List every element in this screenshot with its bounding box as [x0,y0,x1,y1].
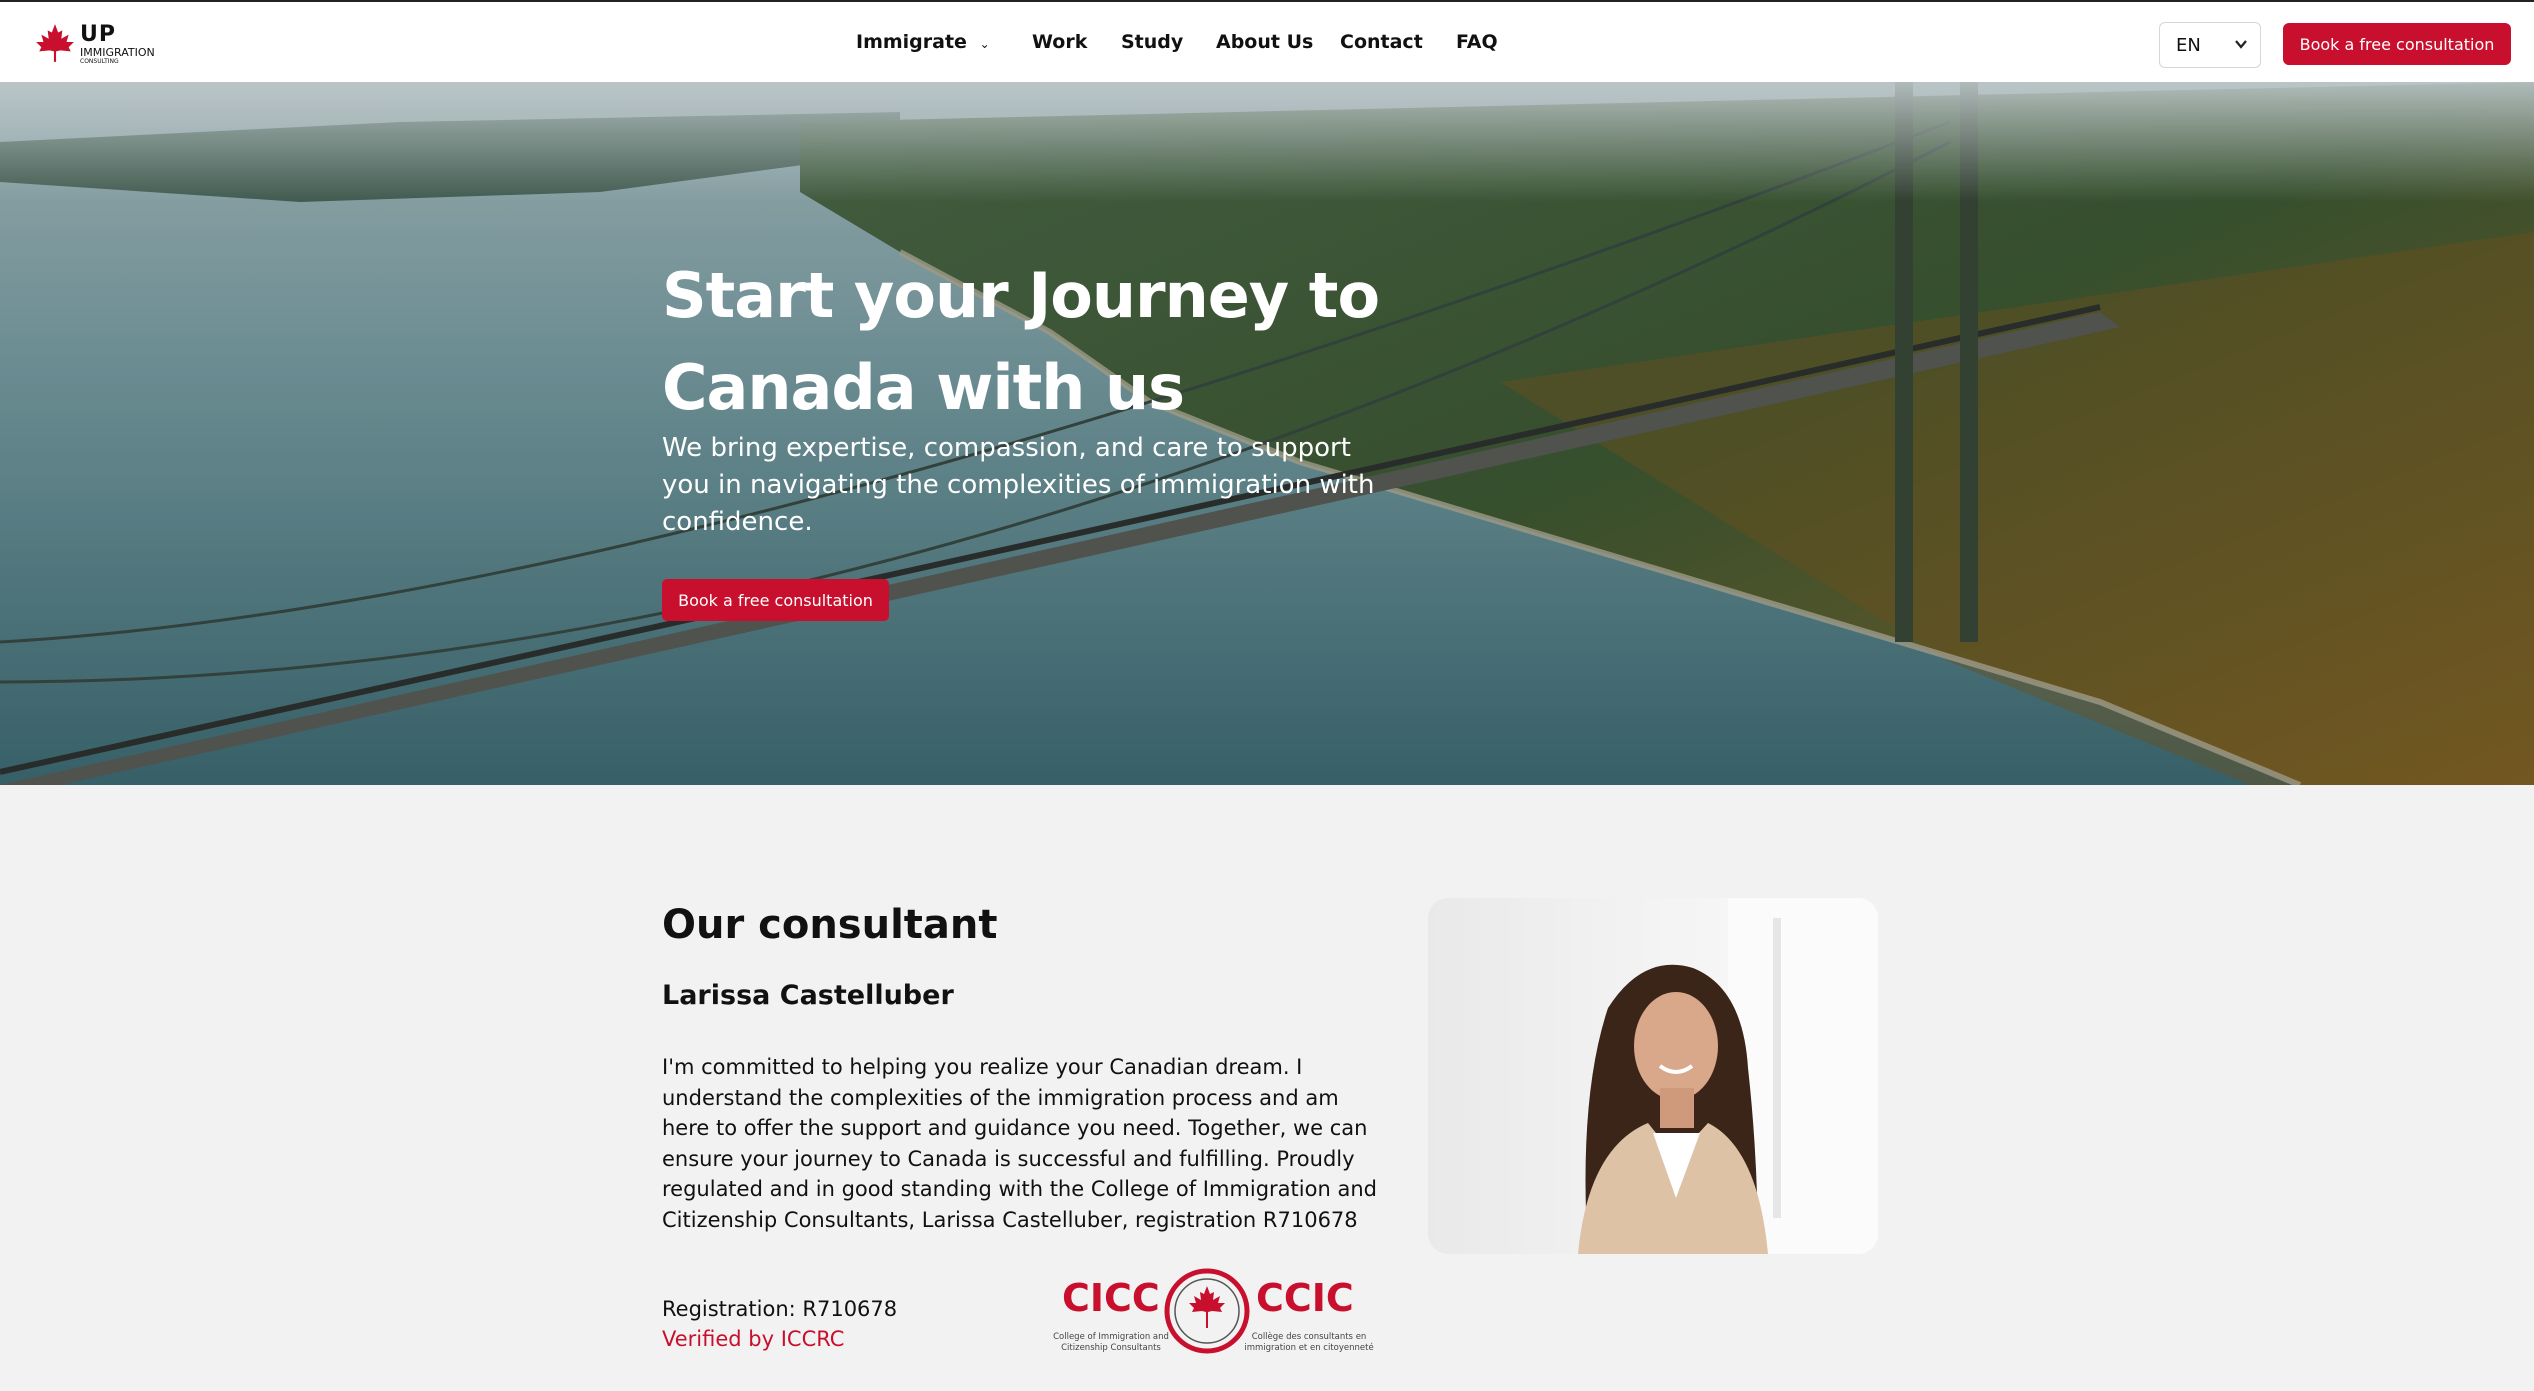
consultant-name: Larissa Castelluber [662,980,954,1011]
badge-right-text: CCIC [1256,1276,1354,1320]
logo-brand: UP [80,22,116,47]
language-value: EN [2176,35,2201,56]
nav-item-label: Immigrate [856,31,967,53]
badge-right-subtitle: Collège des consultants en immigration e… [1244,1332,1374,1353]
chevron-down-icon: ⌄ [979,37,990,51]
maple-leaf-icon [36,24,74,62]
nav-item-faq[interactable]: FAQ [1456,31,1498,53]
hero-section: Start your Journey to Canada with us We … [0,82,2534,785]
nav-item-contact[interactable]: Contact [1340,31,1423,53]
consultant-bio: I'm committed to helping you realize you… [662,1055,1377,1232]
badge-left-text: CICC [1062,1276,1160,1320]
nav-item-about-us[interactable]: About Us [1216,31,1313,53]
section-title: Our consultant [662,902,998,948]
hero-subtitle: We bring expertise, compassion, and care… [662,433,1375,537]
book-consultation-button[interactable]: Book a free consultation [2283,23,2511,65]
badge-left-subtitle: College of Immigration and Citizenship C… [1053,1332,1169,1353]
language-select[interactable]: EN [2159,22,2261,68]
consultant-photo [1428,898,1878,1254]
hero-book-consultation-button[interactable]: Book a free consultation [662,579,889,621]
top-nav: UP IMMIGRATION CONSULTING Immigrate ⌄ Wo… [0,0,2534,82]
consultant-portrait-image [1578,898,1878,1254]
chevron-down-icon [2235,40,2247,49]
nav-item-study[interactable]: Study [1121,31,1183,53]
cicc-badge: CICC CCIC College of Immigration and Cit… [1046,1268,1374,1360]
hero-title: Start your Journey to Canada with us [662,259,1380,424]
logo-line2: CONSULTING [80,58,119,65]
logo[interactable]: UP IMMIGRATION CONSULTING [34,20,174,68]
nav-item-immigrate[interactable]: Immigrate ⌄ [856,31,990,53]
registration-number: Registration: R710678 [662,1297,898,1321]
verified-link[interactable]: Verified by ICCRC [662,1327,844,1351]
nav-item-work[interactable]: Work [1032,31,1087,53]
maple-leaf-seal-icon [1164,1268,1250,1354]
